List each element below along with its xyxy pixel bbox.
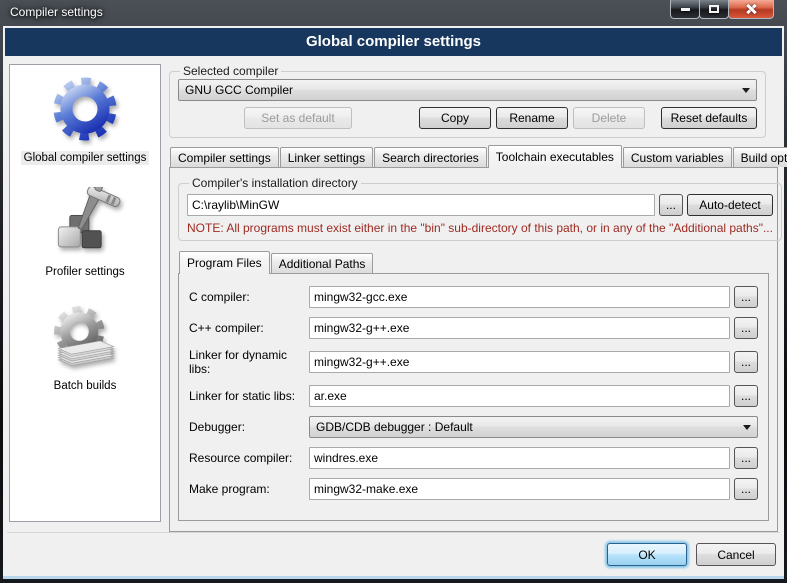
window: Compiler settings Global compiler settin… (0, 0, 787, 583)
cpp-compiler-input[interactable] (309, 317, 730, 339)
footer: OK Cancel (7, 532, 780, 576)
make-program-label: Make program: (189, 482, 309, 496)
sidebar-item-label: Global compiler settings (21, 151, 150, 165)
reset-defaults-button[interactable]: Reset defaults (661, 107, 757, 129)
minimize-button[interactable] (670, 0, 700, 19)
c-compiler-label: C compiler: (189, 290, 309, 304)
chevron-down-icon (742, 88, 750, 93)
settings-tabstrip: Compiler settings Linker settings Search… (169, 145, 778, 167)
dialog-body: Global compiler settings (3, 56, 784, 532)
maximize-icon (709, 5, 719, 13)
selected-compiler-legend: Selected compiler (180, 64, 281, 78)
rename-button[interactable]: Rename (496, 107, 568, 129)
copy-button[interactable]: Copy (419, 107, 491, 129)
resource-compiler-input[interactable] (309, 447, 730, 469)
sidebar-item-label: Batch builds (51, 379, 120, 393)
debugger-select-value: GDB/CDB debugger : Default (316, 420, 473, 434)
resource-compiler-label: Resource compiler: (189, 451, 309, 465)
debugger-row: Debugger: GDB/CDB debugger : Default (189, 416, 758, 438)
cpp-compiler-browse-button[interactable]: ... (734, 317, 758, 339)
resource-compiler-row: Resource compiler: ... (189, 447, 758, 469)
titlebar: Compiler settings (0, 0, 787, 26)
close-button[interactable] (728, 0, 774, 19)
close-icon (745, 3, 757, 15)
set-as-default-button: Set as default (244, 107, 352, 129)
tab-build-options[interactable]: Build options (733, 147, 787, 167)
tab-search-directories[interactable]: Search directories (374, 147, 487, 167)
sidebar-item-profiler-settings[interactable]: Profiler settings (42, 187, 127, 279)
static-linker-input[interactable] (309, 385, 730, 407)
window-bottom-glow (3, 576, 784, 579)
compiler-buttons-row: Set as default Copy Rename Delete Reset … (178, 107, 757, 129)
gear-stack-icon (45, 301, 125, 377)
c-compiler-input[interactable] (309, 286, 730, 308)
sidebar: Global compiler settings (9, 64, 161, 522)
subtab-additional-paths[interactable]: Additional Paths (271, 253, 374, 273)
subtab-program-files[interactable]: Program Files (179, 251, 270, 274)
dynamic-linker-row: Linker for dynamic libs: ... (189, 348, 758, 376)
static-linker-label: Linker for static libs: (189, 389, 309, 403)
tab-compiler-settings[interactable]: Compiler settings (170, 147, 279, 167)
cpp-compiler-label: C++ compiler: (189, 321, 309, 335)
auto-detect-button[interactable]: Auto-detect (687, 194, 773, 216)
sidebar-item-global-compiler-settings[interactable]: Global compiler settings (21, 69, 150, 165)
dynamic-linker-browse-button[interactable]: ... (734, 351, 758, 373)
compiler-select-value: GNU GCC Compiler (185, 83, 293, 97)
toolchain-executables-page: Compiler's installation directory ... Au… (169, 167, 778, 532)
window-controls (671, 0, 774, 19)
note-text: NOTE: All programs must exist either in … (187, 221, 773, 235)
dynamic-linker-label: Linker for dynamic libs: (189, 348, 309, 376)
c-compiler-row: C compiler: ... (189, 286, 758, 308)
dynamic-linker-input[interactable] (309, 351, 730, 373)
chevron-down-icon (743, 425, 751, 430)
cpp-compiler-row: C++ compiler: ... (189, 317, 758, 339)
main-panel: Selected compiler GNU GCC Compiler Set a… (169, 64, 778, 532)
dialog: Global compiler settings (3, 26, 784, 576)
tab-linker-settings[interactable]: Linker settings (280, 147, 373, 167)
installation-directory-input[interactable] (187, 194, 655, 216)
make-program-row: Make program: ... (189, 478, 758, 500)
selected-compiler-group: Selected compiler GNU GCC Compiler Set a… (169, 64, 766, 138)
cancel-button[interactable]: Cancel (696, 543, 776, 566)
resource-compiler-browse-button[interactable]: ... (734, 447, 758, 469)
caliper-icon (46, 187, 124, 263)
minimize-icon (681, 8, 690, 11)
make-program-browse-button[interactable]: ... (734, 478, 758, 500)
tab-custom-variables[interactable]: Custom variables (623, 147, 732, 167)
delete-button: Delete (573, 107, 645, 129)
installation-directory-legend: Compiler's installation directory (189, 176, 361, 190)
maximize-button[interactable] (699, 0, 729, 19)
installation-directory-row: ... Auto-detect (187, 194, 773, 216)
browse-directory-button[interactable]: ... (659, 194, 683, 216)
sidebar-item-batch-builds[interactable]: Batch builds (45, 301, 125, 393)
c-compiler-browse-button[interactable]: ... (734, 286, 758, 308)
sidebar-item-label: Profiler settings (42, 265, 127, 279)
debugger-label: Debugger: (189, 420, 309, 434)
static-linker-row: Linker for static libs: ... (189, 385, 758, 407)
page-title: Global compiler settings (5, 28, 782, 56)
debugger-select[interactable]: GDB/CDB debugger : Default (309, 416, 758, 438)
make-program-input[interactable] (309, 478, 730, 500)
window-title: Compiler settings (10, 5, 103, 19)
paths-subtabstrip: Program Files Additional Paths (178, 251, 769, 273)
compiler-select[interactable]: GNU GCC Compiler (178, 79, 757, 101)
tab-toolchain-executables[interactable]: Toolchain executables (488, 145, 622, 168)
ok-button[interactable]: OK (607, 543, 687, 566)
static-linker-browse-button[interactable]: ... (734, 385, 758, 407)
blue-gear-icon (44, 69, 126, 149)
installation-directory-group: Compiler's installation directory ... Au… (178, 176, 782, 241)
program-files-panel: C compiler: ... C++ compiler: ... (178, 273, 769, 521)
